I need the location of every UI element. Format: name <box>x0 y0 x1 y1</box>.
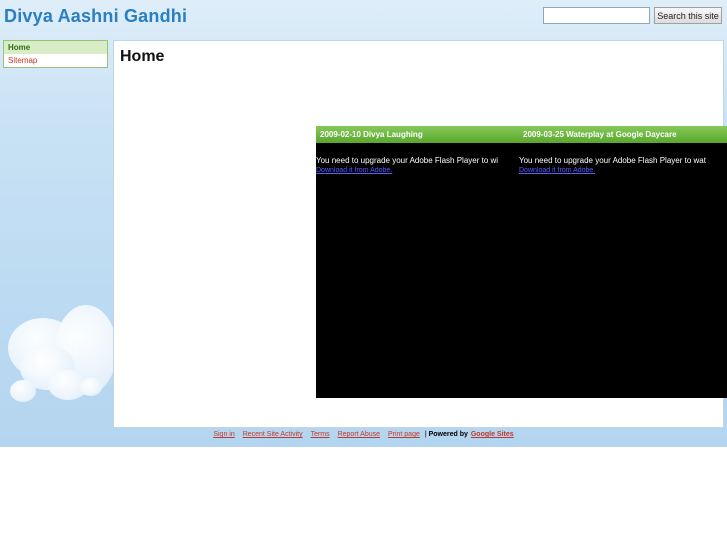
search-input[interactable] <box>543 7 650 24</box>
report-abuse-link[interactable]: Report Abuse <box>338 431 380 438</box>
page-title: Home <box>120 48 165 65</box>
site-title[interactable]: Divya Aashni Gandhi <box>4 6 187 27</box>
flash-upgrade-message: You need to upgrade your Adobe Flash Pla… <box>519 156 706 165</box>
sidebar-item-home[interactable]: Home <box>4 41 107 54</box>
google-sites-link[interactable]: Google Sites <box>471 431 514 438</box>
print-page-link[interactable]: Print page <box>388 431 420 438</box>
sidebar-nav: Home Sitemap <box>3 40 108 68</box>
download-flash-link[interactable]: Download it from Adobe. <box>519 167 727 174</box>
flash-upgrade-message: You need to upgrade your Adobe Flash Pla… <box>316 156 499 165</box>
video-gadget-header-2: 2009-03-25 Waterplay at Google Daycare <box>519 126 727 143</box>
footer-separator: | <box>424 431 427 438</box>
sidebar-item-sitemap[interactable]: Sitemap <box>4 54 107 67</box>
sign-in-link[interactable]: Sign in <box>213 431 234 438</box>
footer: Sign in Recent Site Activity Terms Repor… <box>0 431 727 438</box>
terms-link[interactable]: Terms <box>311 431 330 438</box>
cloud-decoration <box>10 380 36 402</box>
download-flash-link[interactable]: Download it from Adobe. <box>316 167 519 174</box>
cloud-decoration <box>80 378 102 396</box>
search-button[interactable]: Search this site <box>654 7 722 24</box>
powered-by-text: Powered by <box>428 431 468 438</box>
video-gadget-1: You need to upgrade your Adobe Flash Pla… <box>316 143 519 398</box>
video-gadget-header-1: 2009-02-10 Divya Laughing <box>316 126 519 143</box>
recent-activity-link[interactable]: Recent Site Activity <box>243 431 303 438</box>
video-gadget-2: You need to upgrade your Adobe Flash Pla… <box>519 143 727 398</box>
